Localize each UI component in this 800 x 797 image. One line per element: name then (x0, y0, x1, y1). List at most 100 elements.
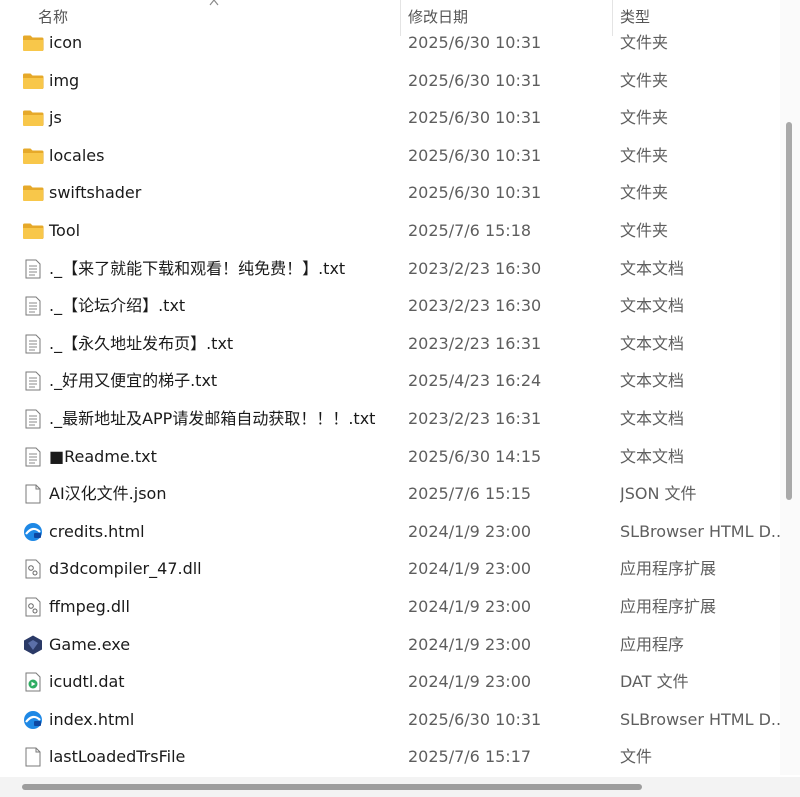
file-modified-date: 2025/7/6 15:15 (408, 484, 532, 504)
file-row[interactable]: lastLoadedTrsFile 2025/7/6 15:17 文件 (0, 738, 780, 776)
file-modified-date: 2025/7/6 15:17 (408, 747, 532, 767)
file-type: 文本文档 (620, 446, 685, 466)
dll-file-icon (22, 559, 44, 579)
file-type: 应用程序扩展 (620, 596, 717, 616)
file-type: 文本文档 (620, 408, 685, 428)
dll-file-icon (22, 597, 44, 617)
file-row[interactable]: locales 2025/6/30 10:31 文件夹 (0, 137, 780, 175)
file-type: 文件夹 (620, 183, 669, 203)
file-type: 文本文档 (620, 258, 685, 278)
file-modified-date: 2024/1/9 23:00 (408, 672, 532, 692)
file-type: SLBrowser HTML D... (620, 709, 780, 729)
folder-icon (22, 108, 44, 128)
file-modified-date: 2024/1/9 23:00 (408, 559, 532, 579)
file-modified-date: 2025/6/30 10:31 (408, 70, 542, 90)
file-row[interactable]: js 2025/6/30 10:31 文件夹 (0, 99, 780, 137)
file-name: lastLoadedTrsFile (49, 747, 186, 767)
file-modified-date: 2023/2/23 16:31 (408, 408, 542, 428)
file-name: d3dcompiler_47.dll (49, 559, 202, 579)
file-row[interactable]: ffmpeg.dll 2024/1/9 23:00 应用程序扩展 (0, 588, 780, 626)
blank-file-icon (22, 747, 44, 767)
file-modified-date: 2025/6/30 10:31 (408, 145, 542, 165)
file-type: 应用程序 (620, 634, 685, 654)
file-type: JSON 文件 (620, 484, 697, 504)
file-name: img (49, 70, 80, 90)
file-modified-date: 2023/2/23 16:31 (408, 333, 542, 353)
file-row[interactable]: Tool 2025/7/6 15:18 文件夹 (0, 212, 780, 250)
file-type: 文本文档 (620, 296, 685, 316)
sort-ascending-icon (209, 0, 219, 6)
file-modified-date: 2025/6/30 10:31 (408, 183, 542, 203)
file-name: locales (49, 145, 105, 165)
file-type: 文件夹 (620, 145, 669, 165)
file-name: credits.html (49, 521, 145, 541)
file-row[interactable]: index.html 2025/6/30 10:31 SLBrowser HTML … (0, 701, 780, 739)
file-name: ._【来了就能下载和观看！纯免费！】.txt (49, 258, 346, 278)
text-file-icon (22, 259, 44, 279)
folder-icon (22, 71, 44, 91)
file-modified-date: 2024/1/9 23:00 (408, 596, 532, 616)
file-list: icon 2025/6/30 10:31 文件夹 img 2025/6/30 10:3… (0, 24, 780, 776)
file-name: ffmpeg.dll (49, 596, 130, 616)
text-file-icon (22, 334, 44, 354)
file-type: 文本文档 (620, 371, 685, 391)
text-file-icon (22, 447, 44, 467)
text-file-icon (22, 296, 44, 316)
file-name: icudtl.dat (49, 672, 125, 692)
file-row[interactable]: ._好用又便宜的梯子.txt 2025/4/23 16:24 文本文档 (0, 362, 780, 400)
file-row[interactable]: ._最新地址及APP请发邮箱自动获取！！！.txt 2023/2/23 16:31… (0, 400, 780, 438)
file-type: 文件夹 (620, 108, 669, 128)
file-modified-date: 2023/2/23 16:30 (408, 296, 542, 316)
file-name: ._最新地址及APP请发邮箱自动获取！！！.txt (49, 408, 376, 428)
file-row[interactable]: ._【论坛介绍】.txt 2023/2/23 16:30 文本文档 (0, 287, 780, 325)
file-row[interactable]: img 2025/6/30 10:31 文件夹 (0, 62, 780, 100)
folder-icon (22, 221, 44, 241)
folder-icon (22, 33, 44, 53)
file-type: 文件 (620, 747, 653, 767)
file-row[interactable]: AI汉化文件.json 2025/7/6 15:15 JSON 文件 (0, 475, 780, 513)
file-modified-date: 2023/2/23 16:30 (408, 258, 542, 278)
file-row[interactable]: icon 2025/6/30 10:31 文件夹 (0, 24, 780, 62)
file-name: icon (49, 33, 83, 52)
file-modified-date: 2025/6/30 10:31 (408, 709, 542, 729)
file-row[interactable]: Game.exe 2024/1/9 23:00 应用程序 (0, 626, 780, 664)
file-modified-date: 2024/1/9 23:00 (408, 521, 532, 541)
file-type: SLBrowser HTML D... (620, 521, 780, 541)
file-row[interactable]: credits.html 2024/1/9 23:00 SLBrowser HTML… (0, 513, 780, 551)
file-modified-date: 2025/4/23 16:24 (408, 371, 542, 391)
file-modified-date: 2025/6/30 10:31 (408, 108, 542, 128)
file-type: 文件夹 (620, 220, 669, 240)
file-row[interactable]: ■Readme.txt 2025/6/30 14:15 文本文档 (0, 438, 780, 476)
file-row[interactable]: swiftshader 2025/6/30 10:31 文件夹 (0, 174, 780, 212)
file-name: index.html (49, 709, 135, 729)
file-type: 文件夹 (620, 70, 669, 90)
media-file-icon (22, 672, 44, 692)
file-type: DAT 文件 (620, 672, 689, 692)
file-name: AI汉化文件.json (49, 484, 167, 504)
browser-icon (22, 522, 44, 542)
text-file-icon (22, 409, 44, 429)
folder-icon (22, 183, 44, 203)
file-type: 应用程序扩展 (620, 559, 717, 579)
vertical-scrollbar-thumb[interactable] (786, 122, 792, 500)
file-name: ■Readme.txt (49, 446, 157, 466)
file-name: Tool (49, 220, 81, 240)
file-name: swiftshader (49, 183, 142, 203)
file-name: js (49, 108, 62, 128)
game-app-icon (22, 635, 44, 655)
file-modified-date: 2025/6/30 14:15 (408, 446, 542, 466)
horizontal-scrollbar-thumb[interactable] (22, 784, 642, 790)
browser-icon (22, 710, 44, 730)
file-modified-date: 2025/7/6 15:18 (408, 220, 532, 240)
file-modified-date: 2025/6/30 10:31 (408, 33, 542, 52)
file-row[interactable]: ._【永久地址发布页】.txt 2023/2/23 16:31 文本文档 (0, 325, 780, 363)
file-type: 文本文档 (620, 333, 685, 353)
folder-icon (22, 146, 44, 166)
file-row[interactable]: ._【来了就能下载和观看！纯免费！】.txt 2023/2/23 16:30 文本文… (0, 250, 780, 288)
file-row[interactable]: icudtl.dat 2024/1/9 23:00 DAT 文件 (0, 663, 780, 701)
blank-file-icon (22, 484, 44, 504)
file-name: ._好用又便宜的梯子.txt (49, 371, 218, 391)
file-name: ._【论坛介绍】.txt (49, 296, 186, 316)
file-row[interactable]: d3dcompiler_47.dll 2024/1/9 23:00 应用程序扩展 (0, 550, 780, 588)
file-type: 文件夹 (620, 33, 669, 52)
